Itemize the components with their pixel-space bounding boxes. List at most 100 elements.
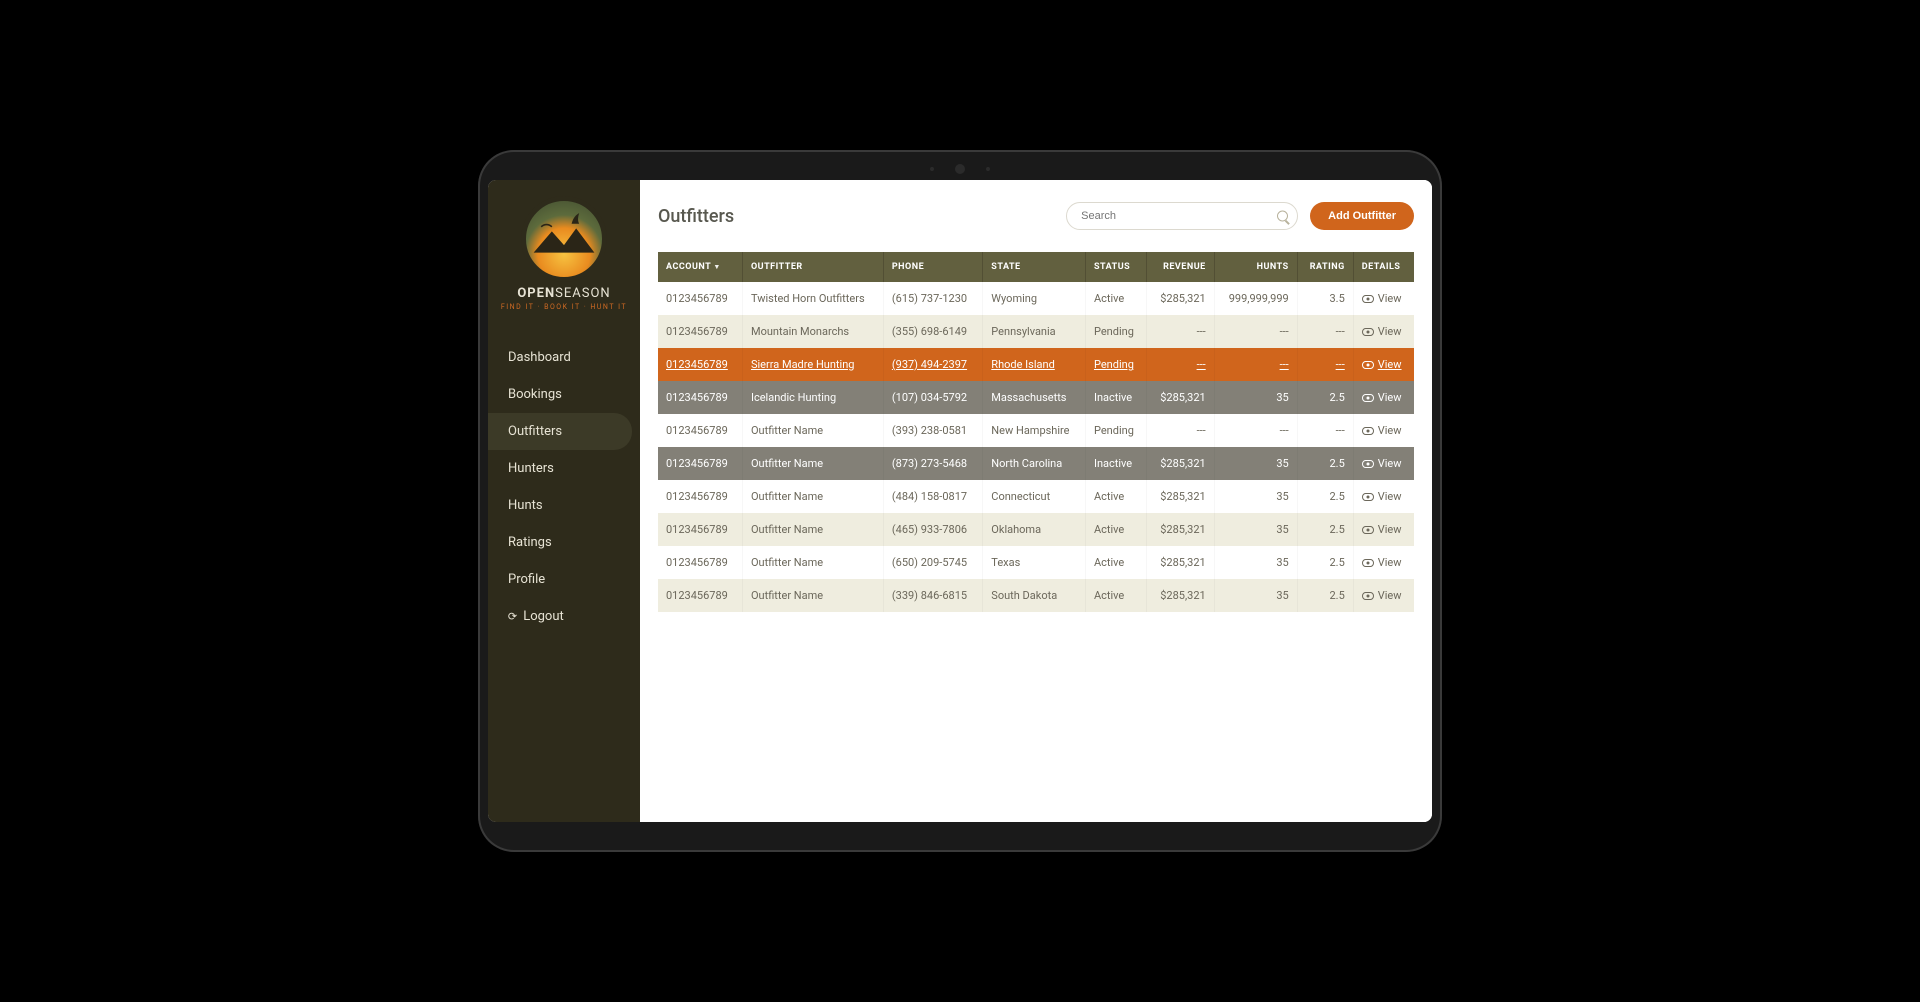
cell-hunts: --- bbox=[1214, 315, 1297, 348]
search-icon bbox=[1277, 211, 1288, 222]
cell-hunts: 35 bbox=[1214, 381, 1297, 414]
table-body: 0123456789Twisted Horn Outfitters(615) 7… bbox=[658, 282, 1414, 612]
cell-outfitter: Sierra Madre Hunting bbox=[742, 348, 883, 381]
cell-revenue: $285,321 bbox=[1147, 513, 1214, 546]
cell-hunts: 999,999,999 bbox=[1214, 282, 1297, 315]
cell-rating: 2.5 bbox=[1297, 579, 1353, 612]
cell-rating: 2.5 bbox=[1297, 447, 1353, 480]
cell-account: 0123456789 bbox=[658, 513, 742, 546]
cell-status: Inactive bbox=[1085, 381, 1146, 414]
sidebar-item-bookings[interactable]: Bookings bbox=[488, 376, 640, 413]
col-status[interactable]: STATUS bbox=[1085, 252, 1146, 282]
search-box bbox=[1066, 202, 1298, 230]
brand-name: OPENSEASON bbox=[517, 286, 610, 301]
cell-rating: 2.5 bbox=[1297, 546, 1353, 579]
table-row[interactable]: 0123456789Outfitter Name(339) 846-6815So… bbox=[658, 579, 1414, 612]
brand-name-a: OPEN bbox=[517, 286, 555, 301]
topbar: Outfitters Add Outfitter bbox=[658, 202, 1414, 230]
col-state[interactable]: STATE bbox=[983, 252, 1086, 282]
cell-outfitter: Icelandic Hunting bbox=[742, 381, 883, 414]
cell-phone: (873) 273-5468 bbox=[883, 447, 982, 480]
view-label: View bbox=[1378, 589, 1402, 602]
cell-rating: 2.5 bbox=[1297, 513, 1353, 546]
view-label: View bbox=[1378, 457, 1402, 470]
view-label: View bbox=[1378, 556, 1402, 569]
sidebar-item-outfitters[interactable]: Outfitters bbox=[488, 413, 632, 450]
cell-details[interactable]: View bbox=[1353, 480, 1414, 513]
add-outfitter-button[interactable]: Add Outfitter bbox=[1310, 202, 1414, 230]
cell-state: Oklahoma bbox=[983, 513, 1086, 546]
cell-details[interactable]: View bbox=[1353, 414, 1414, 447]
cell-revenue: --- bbox=[1147, 315, 1214, 348]
sidebar-item-ratings[interactable]: Ratings bbox=[488, 524, 640, 561]
cell-rating: --- bbox=[1297, 315, 1353, 348]
eye-icon bbox=[1362, 559, 1374, 567]
sidebar-item-hunters[interactable]: Hunters bbox=[488, 450, 640, 487]
cell-account: 0123456789 bbox=[658, 480, 742, 513]
table-row[interactable]: 0123456789Sierra Madre Hunting(937) 494-… bbox=[658, 348, 1414, 381]
eye-icon bbox=[1362, 493, 1374, 501]
cell-account: 0123456789 bbox=[658, 579, 742, 612]
cell-details[interactable]: View bbox=[1353, 381, 1414, 414]
cell-account: 0123456789 bbox=[658, 447, 742, 480]
cell-state: North Carolina bbox=[983, 447, 1086, 480]
sidebar-item-profile[interactable]: Profile bbox=[488, 561, 640, 598]
cell-revenue: --- bbox=[1147, 348, 1214, 381]
cell-details[interactable]: View bbox=[1353, 282, 1414, 315]
cell-rating: 3.5 bbox=[1297, 282, 1353, 315]
cell-details[interactable]: View bbox=[1353, 513, 1414, 546]
cell-outfitter: Outfitter Name bbox=[742, 579, 883, 612]
cell-revenue: $285,321 bbox=[1147, 480, 1214, 513]
col-account[interactable]: ACCOUNT bbox=[658, 252, 742, 282]
cell-phone: (393) 238-0581 bbox=[883, 414, 982, 447]
cell-rating: --- bbox=[1297, 348, 1353, 381]
col-revenue[interactable]: REVENUE bbox=[1147, 252, 1214, 282]
cell-details[interactable]: View bbox=[1353, 579, 1414, 612]
cell-state: Wyoming bbox=[983, 282, 1086, 315]
cell-details[interactable]: View bbox=[1353, 546, 1414, 579]
table-row[interactable]: 0123456789Outfitter Name(650) 209-5745Te… bbox=[658, 546, 1414, 579]
cell-details[interactable]: View bbox=[1353, 348, 1414, 381]
table-row[interactable]: 0123456789Outfitter Name(484) 158-0817Co… bbox=[658, 480, 1414, 513]
search-input[interactable] bbox=[1066, 202, 1298, 230]
col-outfitter[interactable]: OUTFITTER bbox=[742, 252, 883, 282]
table-row[interactable]: 0123456789Icelandic Hunting(107) 034-579… bbox=[658, 381, 1414, 414]
main-content: Outfitters Add Outfitter ACCOUNT OUTFITT… bbox=[640, 180, 1432, 822]
cell-revenue: $285,321 bbox=[1147, 282, 1214, 315]
table-row[interactable]: 0123456789Outfitter Name(873) 273-5468No… bbox=[658, 447, 1414, 480]
page-title: Outfitters bbox=[658, 206, 1054, 227]
brand-logo: OPENSEASON FIND IT · BOOK IT · HUNT IT bbox=[488, 196, 640, 311]
view-label: View bbox=[1378, 424, 1402, 437]
cell-details[interactable]: View bbox=[1353, 315, 1414, 348]
col-details[interactable]: DETAILS bbox=[1353, 252, 1414, 282]
cell-hunts: 35 bbox=[1214, 447, 1297, 480]
col-hunts[interactable]: HUNTS bbox=[1214, 252, 1297, 282]
cell-hunts: 35 bbox=[1214, 513, 1297, 546]
eye-icon bbox=[1362, 328, 1374, 336]
view-label: View bbox=[1378, 358, 1402, 371]
table-row[interactable]: 0123456789Outfitter Name(393) 238-0581Ne… bbox=[658, 414, 1414, 447]
cell-outfitter: Outfitter Name bbox=[742, 546, 883, 579]
table-row[interactable]: 0123456789Twisted Horn Outfitters(615) 7… bbox=[658, 282, 1414, 315]
table-row[interactable]: 0123456789Mountain Monarchs(355) 698-614… bbox=[658, 315, 1414, 348]
cell-state: New Hampshire bbox=[983, 414, 1086, 447]
col-phone[interactable]: PHONE bbox=[883, 252, 982, 282]
cell-phone: (465) 933-7806 bbox=[883, 513, 982, 546]
cell-phone: (484) 158-0817 bbox=[883, 480, 982, 513]
cell-hunts: 35 bbox=[1214, 579, 1297, 612]
cell-hunts: 35 bbox=[1214, 480, 1297, 513]
cell-details[interactable]: View bbox=[1353, 447, 1414, 480]
cell-outfitter: Outfitter Name bbox=[742, 513, 883, 546]
cell-account: 0123456789 bbox=[658, 381, 742, 414]
sidebar-item-dashboard[interactable]: Dashboard bbox=[488, 339, 640, 376]
cell-state: Texas bbox=[983, 546, 1086, 579]
table-row[interactable]: 0123456789Outfitter Name(465) 933-7806Ok… bbox=[658, 513, 1414, 546]
outfitters-table: ACCOUNT OUTFITTER PHONE STATE STATUS REV… bbox=[658, 252, 1414, 612]
view-label: View bbox=[1378, 325, 1402, 338]
cell-account: 0123456789 bbox=[658, 282, 742, 315]
sidebar-item-hunts[interactable]: Hunts bbox=[488, 487, 640, 524]
col-rating[interactable]: RATING bbox=[1297, 252, 1353, 282]
cell-phone: (650) 209-5745 bbox=[883, 546, 982, 579]
cell-revenue: $285,321 bbox=[1147, 579, 1214, 612]
sidebar-item-logout[interactable]: Logout bbox=[488, 598, 640, 635]
